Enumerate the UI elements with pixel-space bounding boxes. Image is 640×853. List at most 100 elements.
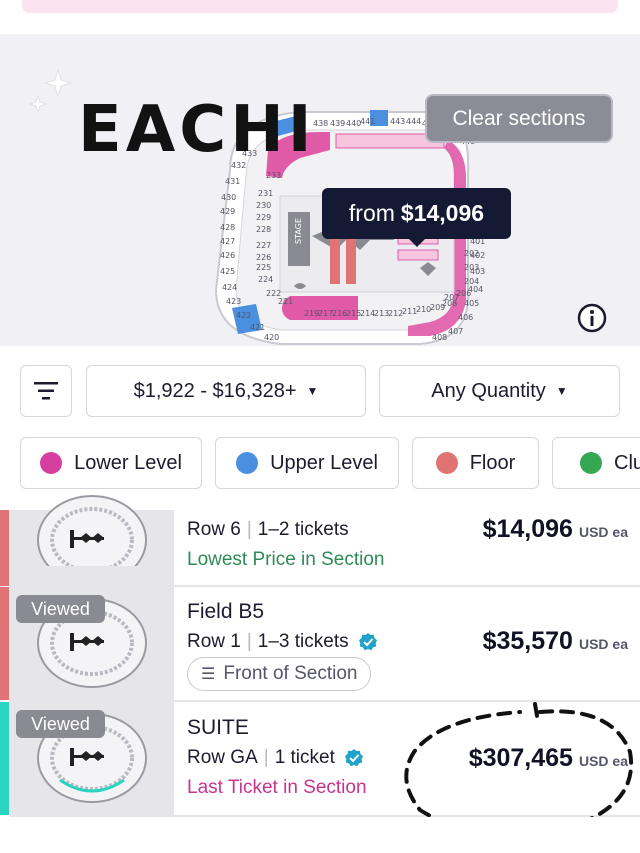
ticket-count: 1–3 tickets	[257, 631, 349, 652]
price-currency: USD ea	[578, 524, 628, 540]
seat-map-area[interactable]: 438439440 441443444 445446448 433432431 …	[0, 34, 640, 346]
price-amount: $307,465	[468, 744, 573, 772]
category-stripe	[0, 702, 9, 815]
svg-text:221: 221	[278, 297, 293, 306]
svg-text:228: 228	[256, 225, 271, 234]
svg-text:439: 439	[330, 119, 345, 128]
svg-text:441: 441	[360, 117, 375, 126]
listing-price: $307,465 USD ea	[469, 744, 628, 773]
price-range-value: $1,922 - $16,328+	[133, 379, 297, 402]
filter-lines-icon	[34, 382, 58, 400]
row-label: Row GA	[187, 747, 258, 768]
svg-text:423: 423	[226, 297, 241, 306]
verified-badge-icon	[358, 633, 377, 651]
quantity-dropdown[interactable]: Any Quantity ▼	[379, 365, 620, 417]
svg-text:202: 202	[464, 249, 479, 258]
svg-text:431: 431	[225, 177, 240, 186]
separator: |	[246, 631, 252, 652]
svg-text:420: 420	[264, 333, 279, 342]
listing-price: $14,096 USD ea	[483, 515, 628, 544]
category-label: Upper Level	[270, 451, 378, 474]
svg-text:408: 408	[432, 333, 447, 342]
svg-text:214: 214	[360, 309, 375, 318]
filter-panel: $1,922 - $16,328+ ▼ Any Quantity ▼ Lower…	[0, 346, 640, 510]
svg-text:429: 429	[220, 207, 235, 216]
section-title: Field B5	[187, 600, 265, 623]
stage-label: STAGE	[294, 218, 303, 244]
price-currency: USD ea	[578, 753, 628, 769]
listing-note: Lowest Price in Section	[187, 549, 385, 570]
ticket-count: 1–2 tickets	[257, 519, 349, 540]
tooltip-prefix: from	[348, 200, 395, 226]
ticket-count: 1 ticket	[274, 747, 335, 768]
separator: |	[246, 519, 252, 540]
filter-menu-button[interactable]	[20, 365, 72, 417]
svg-text:407: 407	[448, 327, 463, 336]
svg-text:230: 230	[256, 201, 271, 210]
listing-note: Last Ticket in Section	[187, 777, 367, 798]
svg-text:426: 426	[220, 251, 235, 260]
svg-text:216: 216	[332, 309, 347, 318]
svg-text:405: 405	[464, 299, 479, 308]
tooltip-arrow	[408, 238, 426, 247]
svg-text:427: 427	[220, 237, 235, 246]
separator: |	[263, 747, 269, 768]
row-label: Row 6	[187, 519, 241, 540]
listing-row[interactable]: Viewed Field B5 Row 1 | 1–3 tickets ☰ Fr…	[0, 587, 640, 700]
listing-details: Row GA | 1 ticket	[187, 747, 364, 769]
category-stripe	[0, 587, 9, 700]
top-strip	[0, 0, 640, 34]
svg-text:204: 204	[464, 277, 479, 286]
row-label: Row 1	[187, 631, 241, 652]
listing-price: $35,570 USD ea	[483, 627, 628, 656]
category-chip-floor[interactable]: Floor	[412, 437, 539, 489]
viewed-badge: Viewed	[16, 710, 105, 738]
floor-color-dot	[435, 452, 458, 474]
svg-text:440: 440	[346, 119, 361, 128]
listing-row[interactable]: Viewed SUITE Row GA | 1 ticket Last Tick…	[0, 702, 640, 815]
category-chip-lower-level[interactable]: Lower Level	[20, 437, 202, 489]
price-amount: $35,570	[482, 627, 573, 655]
svg-text:425: 425	[220, 267, 235, 276]
svg-text:233: 233	[266, 171, 281, 180]
stadium-seat-map[interactable]: 438439440 441443444 445446448 433432431 …	[0, 34, 640, 346]
clear-sections-button[interactable]: Clear sections	[425, 94, 613, 143]
svg-text:203: 203	[464, 263, 479, 272]
tooltip-price: $14,096	[400, 200, 485, 226]
viewed-badge: Viewed	[16, 595, 105, 623]
svg-text:444: 444	[406, 117, 421, 126]
svg-text:224: 224	[258, 275, 273, 284]
price-amount: $14,096	[482, 515, 573, 543]
category-label: Floor	[469, 451, 516, 474]
category-label: Lower Level	[74, 451, 182, 474]
upper-level-color-dot	[236, 452, 259, 474]
svg-text:428: 428	[220, 223, 235, 232]
listing-details: Row 6 | 1–2 tickets	[187, 519, 349, 541]
list-lines-icon: ☰	[201, 666, 216, 683]
tag-label: Front of Section	[223, 663, 358, 684]
info-icon[interactable]	[576, 302, 608, 334]
price-range-dropdown[interactable]: $1,922 - $16,328+ ▼	[86, 365, 366, 417]
svg-text:430: 430	[221, 193, 236, 202]
svg-text:219: 219	[304, 309, 319, 318]
top-banner	[22, 0, 618, 13]
svg-text:226: 226	[256, 253, 271, 262]
lower-level-color-dot	[40, 452, 63, 474]
sparkle-icon	[28, 68, 73, 114]
bottom-area	[0, 817, 640, 853]
mini-seat-map-icon	[37, 495, 147, 566]
svg-text:215: 215	[346, 309, 361, 318]
category-chip-upper-level[interactable]: Upper Level	[215, 437, 399, 489]
svg-text:225: 225	[256, 263, 271, 272]
svg-text:443: 443	[390, 117, 405, 126]
front-of-section-tag: ☰ Front of Section	[187, 657, 372, 691]
svg-text:406: 406	[458, 313, 473, 322]
svg-text:211: 211	[402, 307, 417, 316]
svg-text:421: 421	[250, 323, 265, 332]
svg-text:206: 206	[456, 289, 471, 298]
quantity-value: Any Quantity	[431, 379, 546, 402]
svg-text:229: 229	[256, 213, 271, 222]
club-color-dot	[580, 452, 602, 474]
listing-row[interactable]: Row 6 | 1–2 tickets Lowest Price in Sect…	[0, 495, 640, 586]
category-chip-club[interactable]: Clu	[552, 437, 640, 489]
